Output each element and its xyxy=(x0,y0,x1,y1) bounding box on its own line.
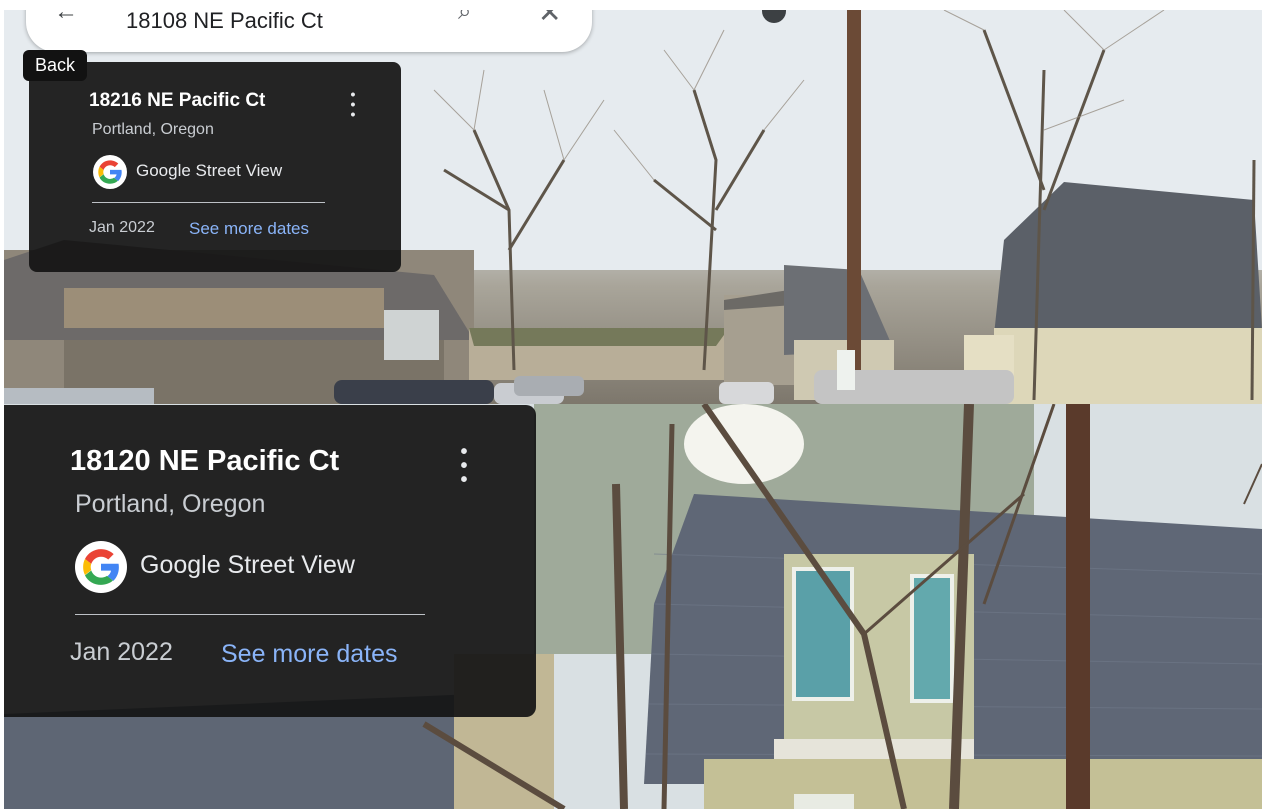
location-info-card-bottom: 18120 NE Pacific Ct • • • Portland, Oregon… xyxy=(4,405,536,717)
capture-date: Jan 2022 xyxy=(70,638,173,666)
window-right xyxy=(910,574,954,703)
utility-pole xyxy=(1066,404,1090,809)
more-options-icon[interactable]: • • • xyxy=(452,442,476,490)
more-options-icon[interactable]: • • • xyxy=(343,87,363,121)
search-bar[interactable]: ← 18108 NE Pacific Ct ⌕ ✕ xyxy=(26,10,592,52)
search-query-input[interactable]: 18108 NE Pacific Ct xyxy=(126,10,323,34)
source-label: Google Street View xyxy=(140,551,355,579)
location-subtitle: Portland, Oregon xyxy=(92,121,214,138)
google-logo-icon xyxy=(75,541,127,593)
location-info-card-top: 18216 NE Pacific Ct • • • Portland, Oregon… xyxy=(29,62,401,272)
divider xyxy=(92,202,325,203)
parked-car xyxy=(334,380,494,404)
divider xyxy=(75,614,425,615)
see-more-dates-link[interactable]: See more dates xyxy=(221,640,398,669)
left-balcony xyxy=(64,288,384,328)
location-subtitle: Portland, Oregon xyxy=(75,490,266,518)
see-more-dates-link[interactable]: See more dates xyxy=(189,219,309,239)
google-g-icon xyxy=(98,160,122,184)
location-title: 18120 NE Pacific Ct xyxy=(70,445,340,477)
google-g-icon xyxy=(83,549,119,585)
utility-pole xyxy=(847,10,861,404)
source-label: Google Street View xyxy=(136,161,283,180)
back-arrow-icon[interactable]: ← xyxy=(54,10,78,24)
location-title: 18216 NE Pacific Ct xyxy=(89,90,266,111)
search-icon[interactable]: ⌕ xyxy=(458,10,471,26)
google-logo-icon xyxy=(93,155,127,189)
back-tooltip: Back xyxy=(23,50,88,81)
window-left xyxy=(792,567,854,701)
capture-date: Jan 2022 xyxy=(89,219,155,236)
close-icon[interactable]: ✕ xyxy=(538,10,561,29)
